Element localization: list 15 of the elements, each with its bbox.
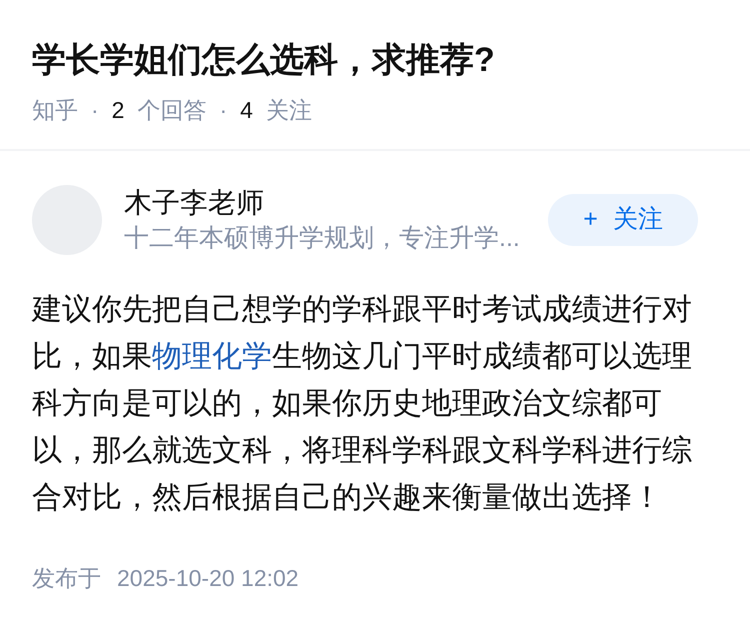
author-name[interactable]: 木子李老师 [124, 185, 520, 221]
stat-label: 个回答 [137, 96, 206, 125]
separator-dot: · [91, 96, 99, 125]
source-label: 知乎 [32, 96, 78, 125]
stat-count: 2 [112, 96, 124, 125]
follow-button[interactable]: + 关注 [548, 194, 698, 246]
stat-count: 4 [240, 96, 253, 125]
published-time: 2025-10-20 12:02 [117, 564, 299, 593]
keyword-link[interactable]: 物理化学 [152, 340, 272, 373]
published-label: 发布于 [32, 564, 101, 593]
answer-text: 建议你先把自己想学的学科跟平时考试成绩进行对比，如果物理化学生物这几门平时成绩都可以选理科方向是可以的，如果你历史地理政治文综都可以，那么就选文科，将理科学科跟文科学科进行综合对比，然后根据自己的兴趣来衡量做出选择！ [32, 292, 693, 516]
separator-dot: · [219, 96, 228, 125]
author-bio: 十二年本硕博升学规划，专注升学... [124, 223, 520, 254]
stat-label: 关注 [266, 96, 312, 125]
question-title: 学长学姐们怎么选科，求推荐? [32, 40, 496, 81]
